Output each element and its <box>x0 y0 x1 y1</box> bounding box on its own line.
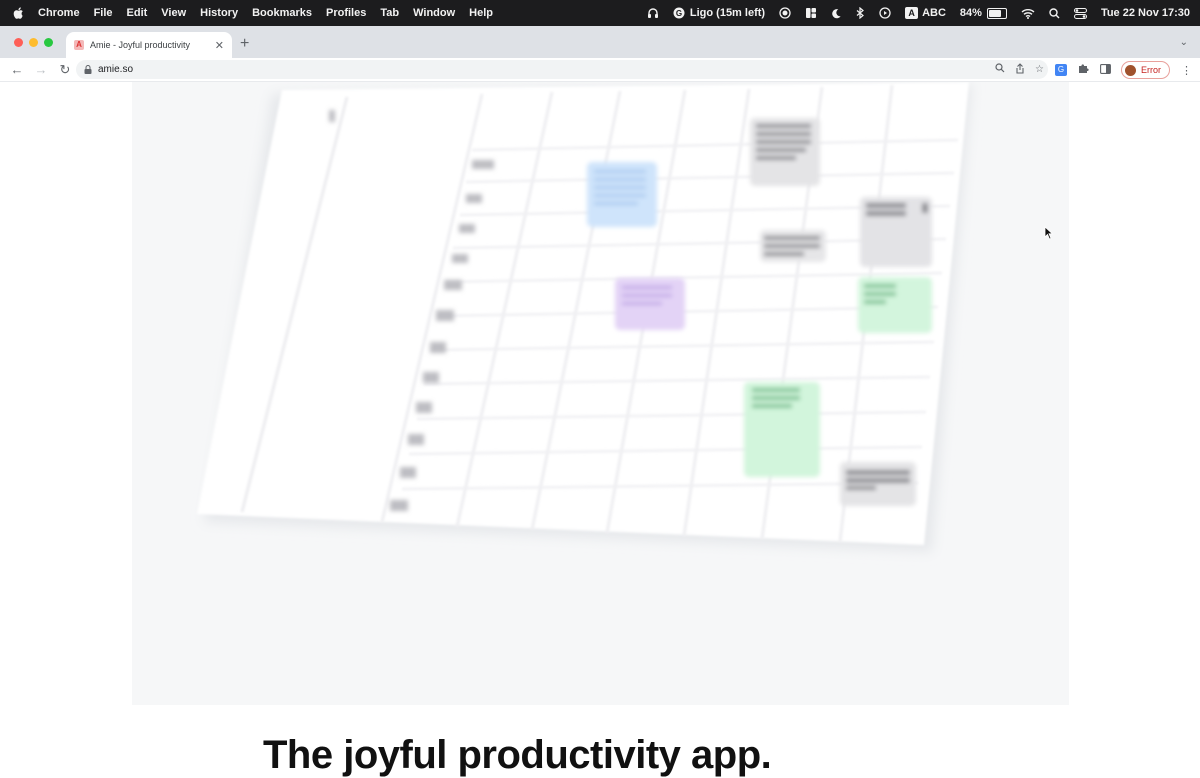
forward-arrow-icon[interactable]: → <box>34 62 48 77</box>
record-icon[interactable] <box>779 7 791 19</box>
new-tab-plus-icon[interactable]: + <box>240 35 249 53</box>
menu-profiles[interactable]: Profiles <box>326 7 366 19</box>
hero-headline: The joyful productivity app. <box>263 733 772 777</box>
address-bar[interactable]: amie.so ☆ <box>76 60 1048 79</box>
battery-fill <box>988 9 1001 17</box>
battery-icon <box>986 7 1007 19</box>
zoom-window-button[interactable] <box>44 38 53 47</box>
keyboard-input-icon: A <box>905 7 919 19</box>
omnibox-actions: ☆ <box>985 62 1044 77</box>
back-arrow-icon[interactable]: ← <box>10 62 24 77</box>
profile-avatar <box>1125 64 1136 76</box>
window-layout-icon[interactable] <box>805 7 817 19</box>
meeting-status[interactable]: G Ligo (15m left) <box>673 7 765 19</box>
battery-status[interactable]: 84% <box>960 7 1007 19</box>
calendar-mockup-image <box>197 82 972 552</box>
side-panel-icon[interactable] <box>1100 63 1111 77</box>
url-text[interactable]: amie.so <box>98 64 133 75</box>
translate-extension-icon[interactable]: G <box>1055 64 1067 76</box>
menu-view[interactable]: View <box>161 7 186 19</box>
browser-tab-active[interactable]: A Amie - Joyful productivity ✕ <box>66 32 232 58</box>
mouse-cursor-icon <box>1044 226 1054 240</box>
menu-app-name[interactable]: Chrome <box>38 7 80 19</box>
menu-bookmarks[interactable]: Bookmarks <box>252 7 312 19</box>
close-window-button[interactable] <box>14 38 23 47</box>
browser-tab-strip: A Amie - Joyful productivity ✕ + ⌄ <box>0 26 1200 58</box>
menu-tab[interactable]: Tab <box>380 7 399 19</box>
browser-toolbar: ← → ↻ amie.so ☆ G Error ⋮ <box>0 58 1200 82</box>
chrome-menu-kebab-icon[interactable]: ⋮ <box>1181 64 1192 77</box>
bookmark-star-icon[interactable]: ☆ <box>1035 64 1044 75</box>
menu-window[interactable]: Window <box>413 7 455 19</box>
menu-edit[interactable]: Edit <box>127 7 148 19</box>
macos-menu-bar: Chrome File Edit View History Bookmarks … <box>0 0 1200 26</box>
svg-text:G: G <box>676 9 682 18</box>
play-icon[interactable] <box>879 7 891 19</box>
reload-icon[interactable]: ↻ <box>58 62 72 78</box>
lock-icon[interactable] <box>84 65 92 74</box>
tab-title: Amie - Joyful productivity <box>90 40 191 50</box>
headphones-icon[interactable] <box>647 7 659 19</box>
menubar-status-area: G Ligo (15m left) A ABC 84% Tue 22 Nov 1… <box>633 7 1190 19</box>
do-not-disturb-icon[interactable] <box>831 8 842 19</box>
zoom-magnifier-icon[interactable] <box>995 63 1005 76</box>
tab-search-chevron-icon[interactable]: ⌄ <box>1180 37 1188 48</box>
bluetooth-icon[interactable] <box>856 7 865 19</box>
calendar-app-icon: G <box>673 7 685 19</box>
meeting-status-label: Ligo (15m left) <box>689 7 766 19</box>
minimize-window-button[interactable] <box>29 38 38 47</box>
toolbar-right-actions: G Error ⋮ <box>1044 61 1192 79</box>
close-tab-icon[interactable]: ✕ <box>215 39 224 52</box>
control-center-icon[interactable] <box>1073 7 1087 19</box>
extensions-puzzle-icon[interactable] <box>1078 63 1089 77</box>
input-source[interactable]: A ABC <box>905 7 946 19</box>
apple-menu-icon[interactable] <box>12 6 26 20</box>
share-icon[interactable] <box>1015 62 1025 77</box>
wifi-icon[interactable] <box>1021 8 1035 19</box>
hero-calendar-preview <box>132 82 1069 705</box>
input-source-label: ABC <box>922 7 946 19</box>
menu-file[interactable]: File <box>94 7 113 19</box>
amie-favicon-icon: A <box>74 40 84 50</box>
clock[interactable]: Tue 22 Nov 17:30 <box>1101 7 1190 19</box>
profile-error-button[interactable]: Error <box>1121 61 1170 79</box>
battery-percent: 84% <box>959 7 982 19</box>
menu-history[interactable]: History <box>200 7 238 19</box>
spotlight-search-icon[interactable] <box>1049 7 1060 19</box>
menu-help[interactable]: Help <box>469 7 493 19</box>
profile-error-label: Error <box>1141 65 1161 75</box>
